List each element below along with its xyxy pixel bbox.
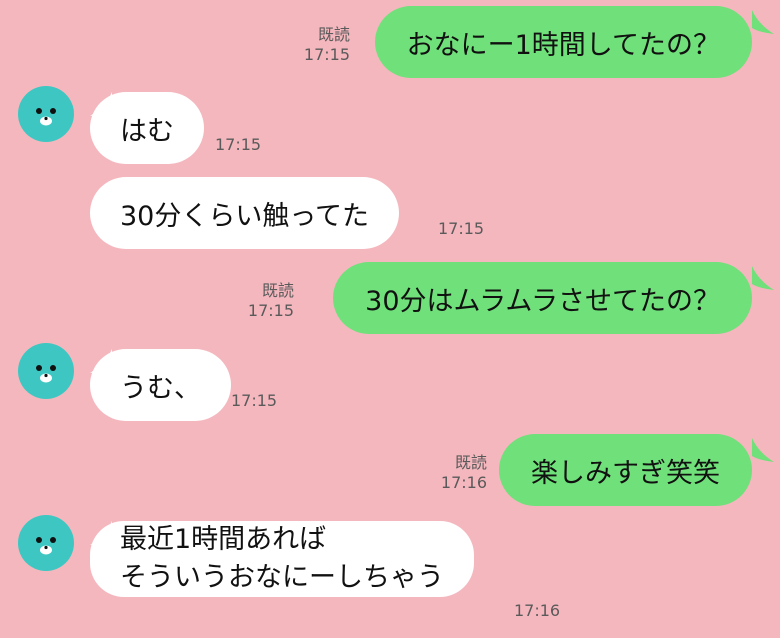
message-text: うむ、 bbox=[120, 372, 201, 404]
received-message-bubble[interactable]: うむ、 bbox=[90, 349, 231, 421]
timestamp: 17:16 bbox=[514, 601, 561, 620]
sent-bubble-tail bbox=[752, 438, 774, 462]
message-text: おなにー1時間してたの？ bbox=[406, 29, 720, 61]
timestamp: 17:16 bbox=[440, 473, 487, 492]
sent-bubble-tail bbox=[752, 266, 774, 290]
read-label: 既読 bbox=[317, 25, 350, 44]
seal-avatar-icon[interactable] bbox=[18, 86, 74, 142]
sent-message-bubble[interactable]: おなにー1時間してたの？ bbox=[374, 6, 752, 78]
seal-avatar-icon[interactable] bbox=[18, 343, 74, 399]
received-message-bubble[interactable]: 30分くらい触ってた bbox=[90, 177, 400, 249]
timestamp: 17:15 bbox=[303, 45, 350, 64]
message-text-line: 最近1時間あれば bbox=[120, 524, 327, 555]
read-receipt: 既読 17:15 bbox=[214, 281, 294, 321]
read-label: 既読 bbox=[261, 281, 294, 300]
timestamp: 17:15 bbox=[231, 391, 278, 410]
read-receipt: 既読 17:15 bbox=[270, 25, 350, 65]
message-text: 30分くらい触ってた bbox=[120, 200, 370, 232]
sent-bubble-tail bbox=[752, 10, 774, 34]
timestamp: 17:15 bbox=[438, 219, 485, 238]
message-text: 30分はムラムラさせてたの？ bbox=[365, 285, 720, 317]
message-text-line: そういうおなにーしちゃう bbox=[120, 562, 444, 593]
read-label: 既読 bbox=[454, 453, 487, 472]
message-text: 楽しみすぎ笑笑 bbox=[531, 457, 720, 489]
received-message-bubble[interactable]: はむ bbox=[90, 92, 204, 164]
sent-message-bubble[interactable]: 楽しみすぎ笑笑 bbox=[499, 434, 752, 506]
seal-avatar-icon[interactable] bbox=[18, 515, 74, 571]
sent-message-bubble[interactable]: 30分はムラムラさせてたの？ bbox=[333, 262, 752, 334]
read-receipt: 既読 17:16 bbox=[407, 453, 487, 493]
message-text: はむ bbox=[120, 115, 174, 147]
timestamp: 17:15 bbox=[247, 301, 294, 320]
timestamp: 17:15 bbox=[215, 135, 262, 154]
received-message-bubble[interactable]: 最近1時間あれば そういうおなにーしちゃう bbox=[90, 521, 474, 597]
